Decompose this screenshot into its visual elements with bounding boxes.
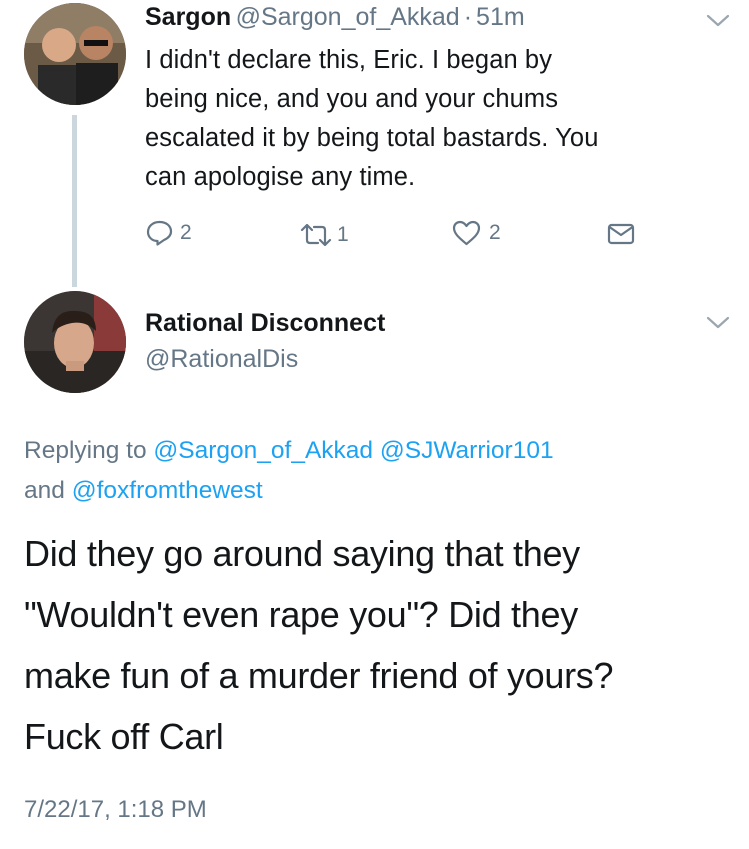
tweet1-separator: ·	[463, 3, 473, 31]
like-count: 2	[489, 221, 501, 244]
tweet1-header: Sargon @Sargon_of_Akkad · 51m	[145, 3, 525, 32]
tweet2-timestamp[interactable]: 7/22/17, 1:18 PM	[24, 796, 207, 824]
heart-icon	[452, 220, 481, 246]
sargon-avatar[interactable]	[24, 3, 126, 105]
tweet2-text: Did they go around saying that they "Wou…	[24, 523, 739, 767]
replying-to: Replying to @Sargon_of_Akkad @SJWarrior1…	[24, 431, 724, 511]
reply-icon	[146, 220, 173, 246]
tweet1-text-line: escalated it by being total bastards. Yo…	[145, 124, 599, 152]
tweet1-text: I didn't declare this, Eric. I began by …	[145, 41, 735, 197]
tweet1-text-line: being nice, and you and your chums	[145, 85, 559, 113]
mention-link[interactable]: @SJWarrior101	[380, 437, 554, 464]
tweet1-handle[interactable]: @Sargon_of_Akkad	[236, 3, 460, 31]
replying-to-line-2: and @foxfromthewest	[24, 471, 724, 511]
tweet2-text-line: Did they go around saying that they	[24, 533, 580, 574]
tweet2-text-line: "Wouldn't even rape you"? Did they	[24, 594, 578, 635]
reply-count: 2	[180, 221, 192, 244]
tweet1-menu-chevron[interactable]	[706, 14, 730, 33]
mention-link[interactable]: @Sargon_of_Akkad	[153, 437, 373, 464]
retweet-count: 1	[337, 223, 349, 246]
envelope-icon	[607, 223, 635, 245]
tweet2-handle[interactable]: @RationalDis	[145, 345, 298, 374]
like-button[interactable]: 2	[452, 220, 501, 246]
replying-to-line-1: Replying to @Sargon_of_Akkad @SJWarrior1…	[24, 431, 724, 471]
tweet1-text-line: I didn't declare this, Eric. I began by	[145, 46, 553, 74]
direct-message-button[interactable]	[607, 223, 635, 245]
tweet1-text-line: can apologise any time.	[145, 163, 416, 191]
chevron-down-icon	[706, 14, 730, 27]
rational-disconnect-avatar[interactable]	[24, 291, 126, 393]
thread-connector-line	[72, 115, 77, 287]
reply-button[interactable]: 2	[146, 220, 192, 246]
replying-and: and	[24, 477, 65, 504]
chevron-down-icon	[706, 316, 730, 329]
retweet-button[interactable]: 1	[299, 223, 349, 247]
tweet1-time[interactable]: 51m	[476, 3, 525, 31]
retweet-icon	[300, 224, 332, 246]
tweet2-text-line: Fuck off Carl	[24, 716, 224, 757]
replying-prefix: Replying to	[24, 437, 147, 464]
tweet2-text-line: make fun of a murder friend of yours?	[24, 655, 614, 696]
tweet2-menu-chevron[interactable]	[706, 316, 730, 335]
tweet2-display-name[interactable]: Rational Disconnect	[145, 309, 385, 338]
mention-link[interactable]: @foxfromthewest	[72, 477, 263, 504]
tweet1-display-name[interactable]: Sargon	[145, 3, 231, 31]
